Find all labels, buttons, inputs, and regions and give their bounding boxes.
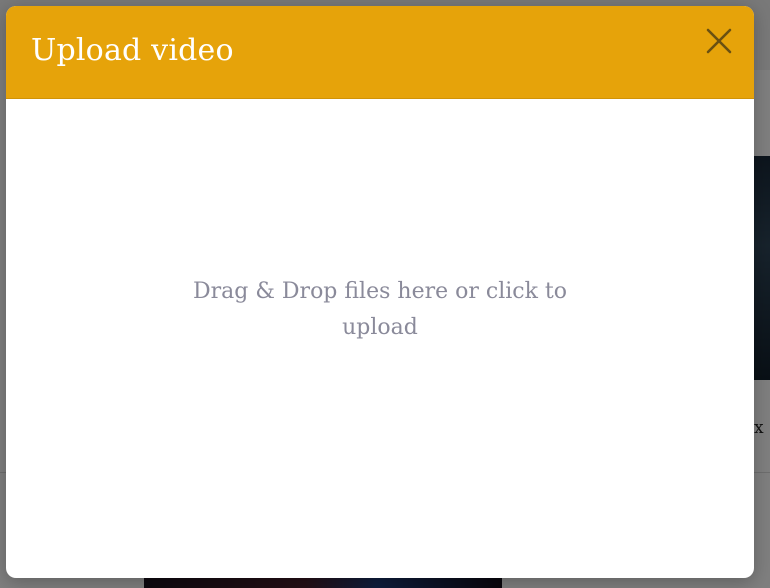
dropzone-instructions: Drag & Drop files here or click to uploa… — [192, 279, 567, 340]
file-dropzone[interactable]: Drag & Drop files here or click to uploa… — [6, 99, 754, 578]
close-icon — [704, 26, 734, 56]
close-button[interactable] — [704, 26, 734, 56]
upload-video-modal: Upload video Drag & Drop files here or c… — [6, 6, 754, 578]
modal-header: Upload video — [6, 6, 754, 99]
modal-title: Upload video — [31, 33, 234, 68]
